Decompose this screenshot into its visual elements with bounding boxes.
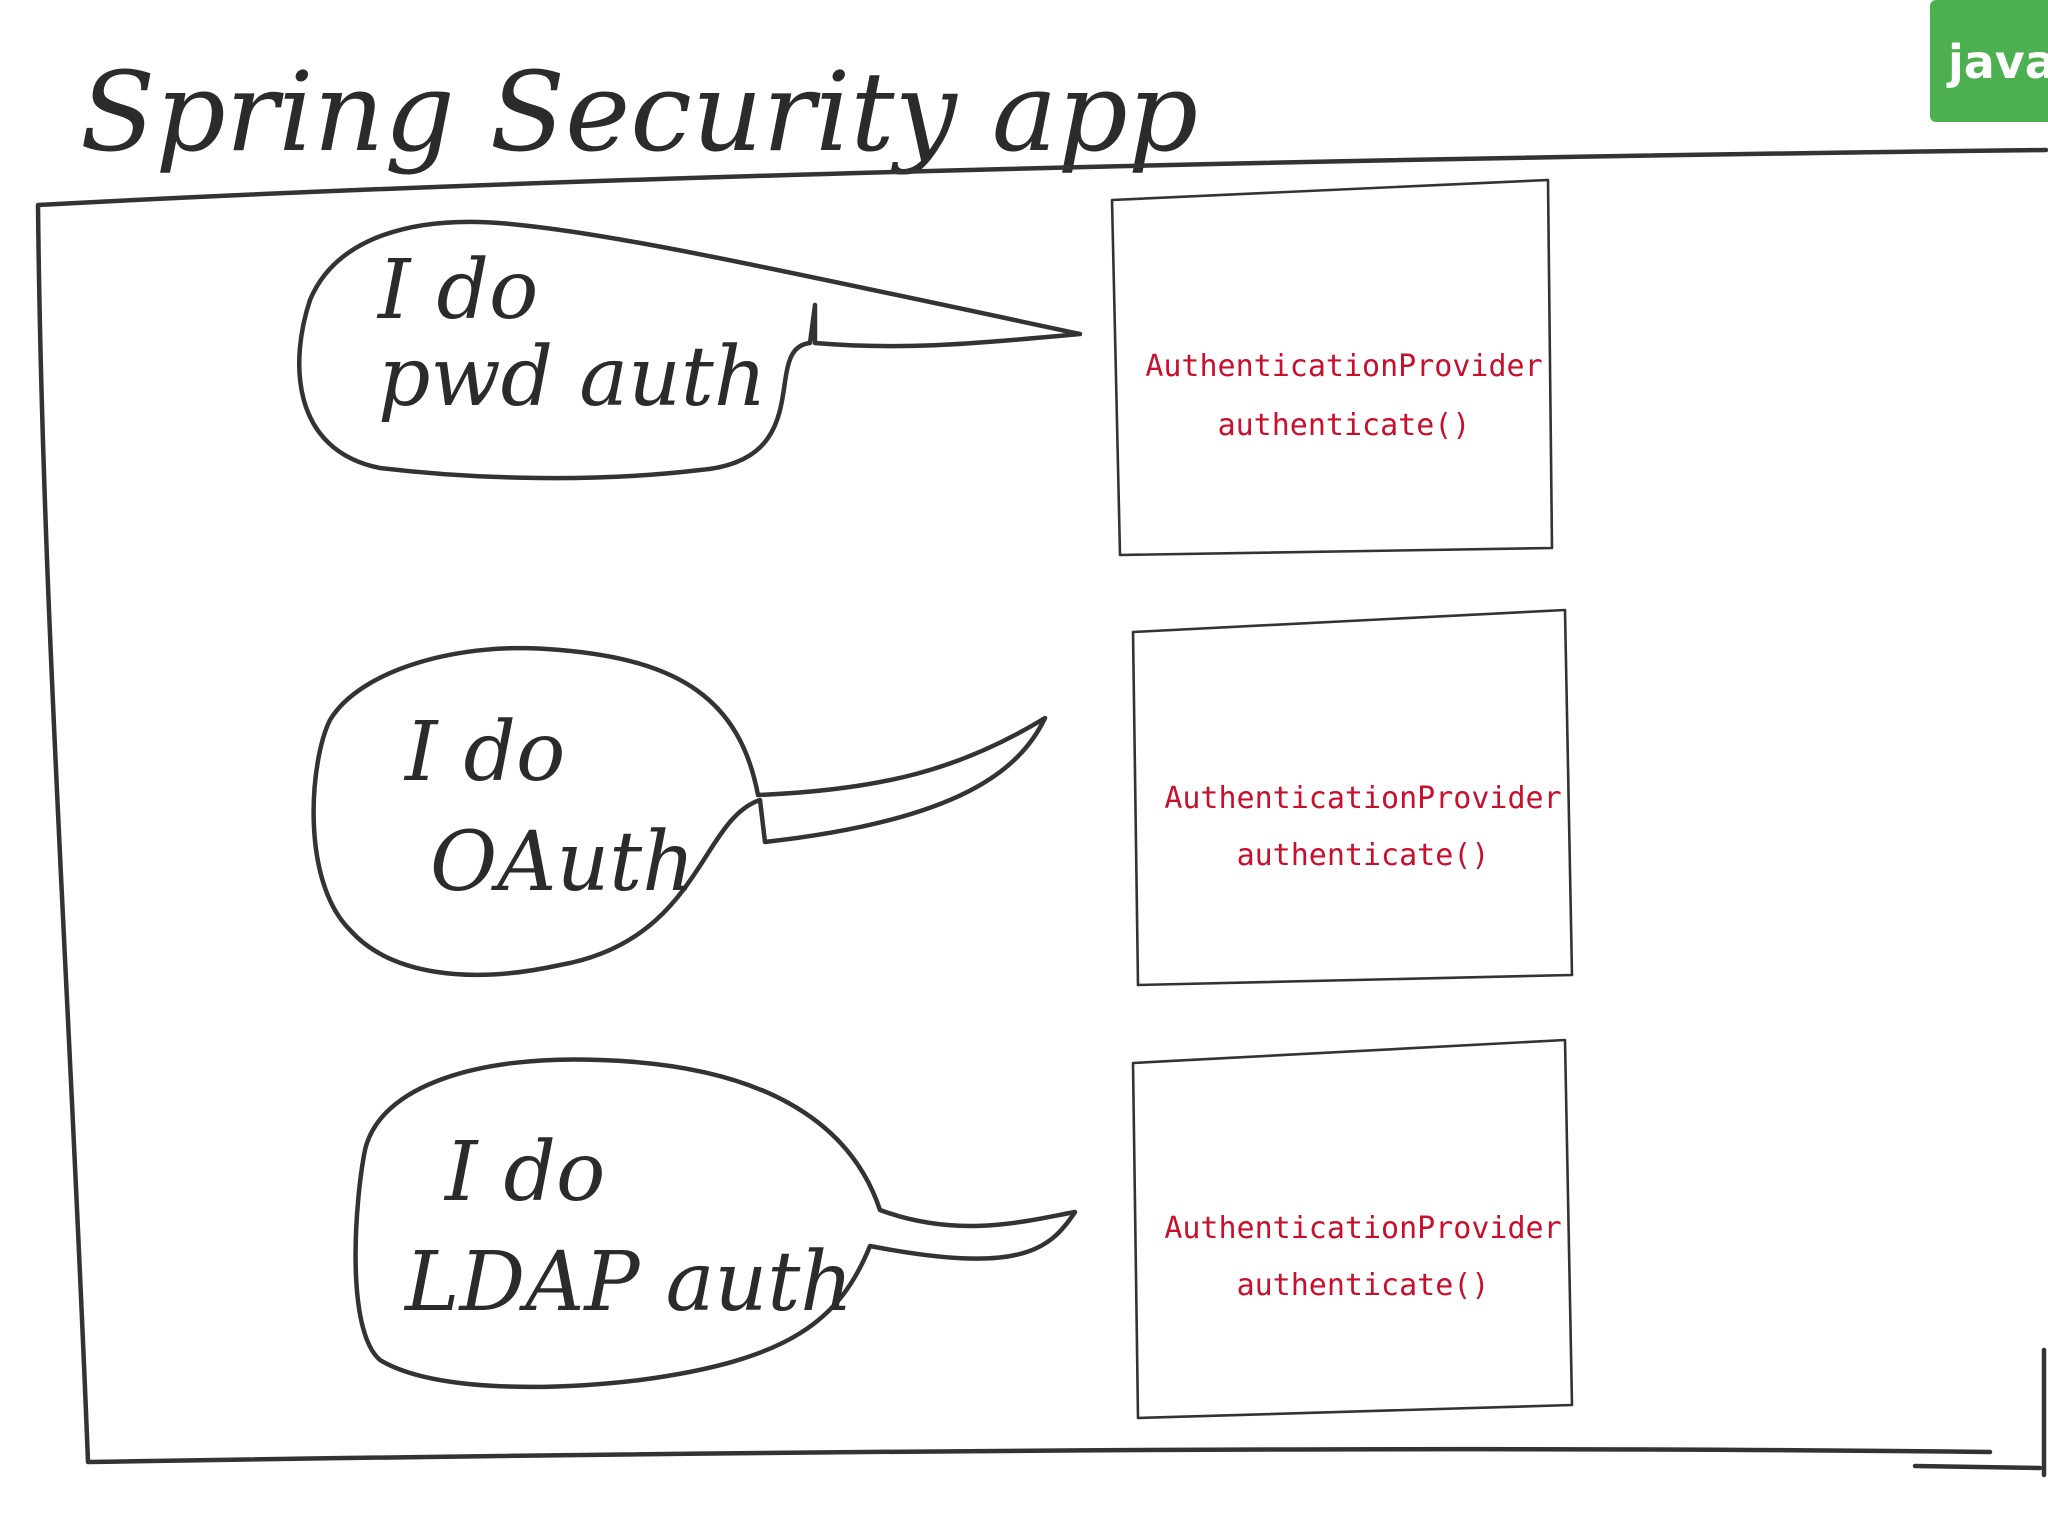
provider-box-3: AuthenticationProvider authenticate() (1131, 1038, 1574, 1420)
provider-box-2: AuthenticationProvider authenticate() (1131, 608, 1574, 987)
java-tag-label: java (1946, 35, 2048, 89)
bubble-pwd-auth: I do pwd auth (296, 219, 1083, 481)
diagram-title: Spring Security app (80, 48, 1198, 176)
provider-box-1: AuthenticationProvider authenticate() (1110, 178, 1554, 557)
bubble-oauth: I do OAuth (311, 645, 1048, 978)
bubble-line-2: pwd auth (378, 330, 767, 425)
bubble-line-1: I do (376, 243, 538, 338)
spring-security-diagram: Spring Security app java I do pwd auth A… (35, 0, 2048, 1478)
bubble-line-1: I do (403, 705, 565, 800)
app-frame (35, 147, 2048, 1478)
provider-method-name: authenticate() (1218, 408, 1471, 443)
bubble-line-1: I do (443, 1125, 605, 1220)
provider-class-name: AuthenticationProvider (1164, 781, 1561, 816)
speech-bubble-outline (353, 1057, 1078, 1390)
bubble-ldap-auth: I do LDAP auth (353, 1057, 1078, 1390)
provider-method-name: authenticate() (1237, 838, 1490, 873)
provider-class-name: AuthenticationProvider (1164, 1211, 1561, 1246)
speech-bubble-outline (311, 645, 1048, 978)
provider-class-name: AuthenticationProvider (1145, 349, 1542, 384)
bubble-line-2: OAuth (430, 815, 695, 910)
provider-method-name: authenticate() (1237, 1268, 1490, 1303)
java-tag[interactable]: java (1930, 0, 2048, 122)
bubble-line-2: LDAP auth (403, 1235, 853, 1330)
